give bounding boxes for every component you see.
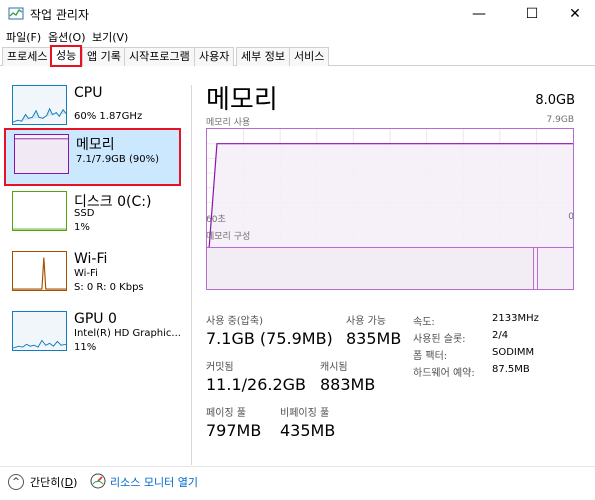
chevron-up-icon[interactable]: ^: [8, 474, 24, 490]
menu-options[interactable]: 옵션(O): [48, 29, 85, 45]
page-title: 메모리: [206, 85, 278, 115]
sidebar-item-wifi[interactable]: Wi-Fi Wi-Fi S: 0 R: 0 Kbps: [4, 247, 181, 305]
performance-sidebar: CPU 60% 1.87GHz 메모리 7.1/7.9GB (90%) 디스크 …: [0, 67, 190, 467]
speed-value: 2133MHz: [492, 313, 539, 324]
slots-value: 2/4: [492, 330, 509, 341]
sidebar-item-detail-2: 1%: [74, 222, 90, 233]
tab-details[interactable]: 세부 정보: [236, 47, 290, 66]
title-bar: 작업 관리자 — ☐ ✕: [0, 0, 595, 28]
close-button[interactable]: ✕: [552, 0, 595, 28]
cached-value: 883MB: [320, 375, 376, 394]
composition-graph-label: 메모리 구성: [206, 232, 251, 242]
sidebar-item-label: GPU 0: [74, 311, 117, 327]
fewer-suffix: ): [73, 476, 78, 489]
tab-services[interactable]: 서비스: [289, 47, 330, 66]
tab-performance[interactable]: 성능: [50, 45, 83, 67]
fewer-key: D: [64, 476, 74, 489]
sidebar-item-memory[interactable]: 메모리 7.1/7.9GB (90%): [4, 128, 181, 186]
form-factor-label: 폼 팩터:: [413, 351, 448, 362]
sidebar-item-label: 메모리: [76, 137, 115, 153]
paged-pool-value: 797MB: [206, 421, 262, 440]
wifi-thumbnail-graph: [12, 251, 67, 291]
sidebar-item-gpu[interactable]: GPU 0 Intel(R) HD Graphic... 11%: [4, 307, 181, 365]
gpu-thumbnail-graph: [12, 311, 67, 351]
resource-monitor-icon: [90, 473, 106, 489]
form-factor-value: SODIMM: [492, 347, 535, 358]
sidebar-item-disk[interactable]: 디스크 0(C:) SSD 1%: [4, 187, 181, 245]
menu-file[interactable]: 파일(F): [6, 29, 41, 45]
in-use-label: 사용 중(압축): [206, 316, 263, 327]
slots-label: 사용된 슬롯:: [413, 334, 466, 345]
in-use-value: 7.1GB (75.9MB): [206, 329, 333, 348]
memory-thumbnail-graph: [14, 134, 69, 174]
hw-reserved-value: 87.5MB: [492, 364, 530, 375]
window-title: 작업 관리자: [30, 8, 90, 22]
nonpaged-pool-value: 435MB: [280, 421, 336, 440]
paged-pool-label: 페이징 풀: [206, 408, 246, 419]
fewer-prefix: 간단히(: [30, 476, 65, 489]
available-label: 사용 가능: [346, 316, 386, 327]
composition-in-use: [207, 248, 534, 289]
sidebar-item-detail-2: S: 0 R: 0 Kbps: [74, 282, 144, 293]
tab-users[interactable]: 사용자: [194, 47, 235, 66]
sidebar-item-detail: Wi-Fi: [74, 268, 98, 279]
sidebar-item-detail: SSD: [74, 208, 95, 219]
graph-axis-right: 0: [568, 212, 574, 222]
cached-label: 캐시됨: [320, 362, 348, 373]
total-memory: 8.0GB: [535, 93, 575, 108]
tab-app-history[interactable]: 앱 기록: [82, 47, 126, 66]
menu-view[interactable]: 보기(V): [92, 29, 128, 45]
footer-bar: ^ 간단히(D) 리소스 모니터 열기: [0, 466, 595, 500]
sidebar-item-label: CPU: [74, 85, 103, 101]
speed-label: 속도:: [413, 317, 435, 328]
graph-axis-left: 60초: [206, 215, 226, 225]
sidebar-item-detail-2: 11%: [74, 342, 97, 353]
available-value: 835MB: [346, 329, 402, 348]
composition-modified: [537, 248, 538, 289]
committed-label: 커밋됨: [206, 362, 234, 373]
minimize-button[interactable]: —: [456, 0, 502, 28]
task-manager-icon: [8, 7, 24, 20]
maximize-button[interactable]: ☐: [509, 0, 555, 28]
sidebar-item-detail: 7.1/7.9GB (90%): [76, 154, 159, 165]
hw-reserved-label: 하드웨어 예약:: [413, 368, 475, 379]
sidebar-item-detail: Intel(R) HD Graphic...: [74, 328, 181, 339]
menu-bar: 파일(F) 옵션(O) 보기(V): [0, 28, 595, 46]
sidebar-divider: [191, 85, 192, 465]
committed-value: 11.1/26.2GB: [206, 375, 307, 394]
open-resource-monitor-link[interactable]: 리소스 모니터 열기: [110, 474, 198, 490]
tab-processes[interactable]: 프로세스: [2, 47, 53, 66]
disk-thumbnail-graph: [12, 191, 67, 231]
usage-graph-max: 7.9GB: [546, 115, 574, 125]
cpu-thumbnail-graph: [12, 85, 67, 125]
memory-panel: 메모리 8.0GB 메모리 사용 7.9GB 60초 0 메모리 구성 사용 중…: [200, 67, 590, 467]
nonpaged-pool-label: 비페이징 풀: [280, 408, 330, 419]
usage-graph-label: 메모리 사용: [206, 118, 251, 128]
fewer-details-link[interactable]: 간단히(D): [30, 474, 77, 490]
tab-bar: 프로세스 성능 앱 기록 시작프로그램 사용자 세부 정보 서비스: [0, 45, 595, 67]
sidebar-item-detail: 60% 1.87GHz: [74, 111, 143, 122]
memory-composition-graph: [206, 247, 574, 290]
sidebar-item-label: Wi-Fi: [74, 251, 108, 267]
tab-startup[interactable]: 시작프로그램: [124, 47, 195, 66]
